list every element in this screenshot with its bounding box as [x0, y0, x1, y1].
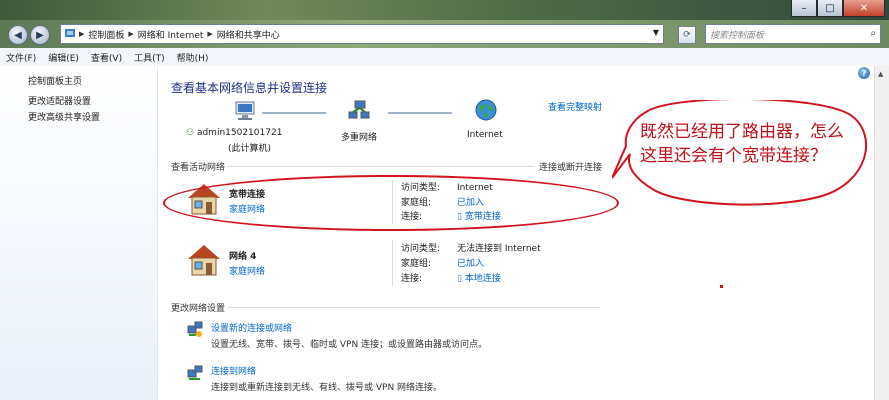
computer-icon: [233, 100, 255, 125]
homegroup-label: 家庭组:: [401, 259, 432, 269]
multiple-networks-label: 多重网络: [341, 133, 378, 143]
window-controls: – □ ✕: [791, 0, 885, 17]
network-divider: [392, 240, 393, 286]
scroll-up-icon[interactable]: ▲: [878, 70, 883, 78]
search-input[interactable]: 搜索控制面板 ⌕: [705, 24, 881, 44]
sidebar-item-advanced-sharing[interactable]: 更改高级共享设置: [0, 110, 157, 126]
menu-edit[interactable]: 编辑(E): [42, 51, 85, 64]
close-button[interactable]: ✕: [843, 0, 885, 17]
sidebar: 控制面板主页 更改适配器设置 更改高级共享设置: [0, 66, 158, 400]
see-full-map-link[interactable]: 查看完整映射: [548, 100, 602, 113]
page-title: 查看基本网络信息并设置连接: [171, 81, 328, 95]
search-placeholder: 搜索控制面板: [710, 30, 765, 41]
change-settings-heading: 更改网络设置: [171, 304, 226, 314]
multiple-networks-icon: [344, 100, 374, 125]
control-panel-icon: [61, 27, 79, 42]
network-adapter-icon: ▯: [457, 274, 465, 284]
title-bar: – □ ✕: [0, 0, 889, 20]
minimize-button[interactable]: –: [791, 0, 817, 17]
access-type-row: 访问类型: 无法连接到 Internet: [401, 241, 541, 254]
connect-disconnect-link[interactable]: 连接或断开连接: [539, 160, 602, 173]
menu-help[interactable]: 帮助(H): [171, 51, 215, 64]
annotation-text: 既然已经用了路由器，怎么这里还会有个宽带连接？: [640, 122, 844, 166]
homegroup-row: 家庭组: 已加入: [401, 256, 484, 269]
sidebar-item-change-adapter-settings[interactable]: 更改适配器设置: [0, 94, 157, 110]
connection-row: 连接: ▯ 本地连接: [401, 271, 501, 284]
setup-connection-description: 设置无线、宽带、拨号、临时或 VPN 连接；或设置路由器或访问点。: [211, 340, 488, 350]
refresh-button[interactable]: ⟳: [678, 26, 696, 44]
menu-bar: 文件(F) 编辑(E) 查看(V) 工具(T) 帮助(H): [0, 48, 889, 67]
maximize-button[interactable]: □: [817, 0, 843, 17]
connection-label: 连接:: [401, 274, 423, 284]
help-icon[interactable]: ?: [858, 67, 870, 79]
new-connection-icon: [186, 320, 204, 341]
vertical-scrollbar[interactable]: ▲: [874, 66, 889, 400]
menu-view[interactable]: 查看(V): [85, 51, 128, 64]
sidebar-item-control-panel-home[interactable]: 控制面板主页: [0, 74, 157, 90]
breadcrumb-network-internet[interactable]: 网络和 Internet: [134, 28, 208, 41]
address-bar[interactable]: ▶ 控制面板 ▶ 网络和 Internet ▶ 网络和共享中心 ▼: [60, 24, 664, 44]
computer-name: admin1502101721: [196, 128, 283, 138]
menu-tools[interactable]: 工具(T): [128, 51, 171, 64]
network-type-link[interactable]: 家庭网络: [229, 264, 265, 277]
map-link-line: [388, 112, 452, 114]
refresh-icon: ⟳: [683, 30, 691, 40]
home-network-icon: [186, 243, 222, 280]
network-name: 网络 4: [229, 252, 257, 262]
annotation-ellipse: [163, 175, 619, 231]
internet-label: Internet: [467, 130, 503, 140]
map-link-line: [262, 112, 326, 114]
connect-to-network-description: 连接到或重新连接到无线、有线、拨号或 VPN 网络连接。: [211, 383, 443, 393]
computer-name-row: ⚇ admin1502101721: [186, 128, 282, 138]
connection-link[interactable]: 本地连接: [465, 274, 501, 284]
forward-arrow-icon: ▶: [36, 29, 44, 41]
access-type-label: 访问类型:: [401, 244, 441, 254]
internet-globe-icon: [474, 98, 498, 125]
search-icon[interactable]: ⌕: [870, 28, 876, 39]
back-arrow-icon: ◀: [14, 29, 22, 41]
address-dropdown-icon[interactable]: ▼: [653, 28, 659, 37]
menu-file[interactable]: 文件(F): [0, 51, 42, 64]
connect-to-network-link[interactable]: 连接到网络: [211, 364, 256, 377]
section-divider: [228, 166, 534, 167]
breadcrumb-network-sharing-center[interactable]: 网络和共享中心: [213, 28, 284, 41]
setup-connection-link[interactable]: 设置新的连接或网络: [211, 321, 292, 334]
annotation-dot: [720, 285, 723, 288]
computer-subtitle: (此计算机): [228, 144, 272, 154]
access-type-value: 无法连接到 Internet: [457, 244, 541, 254]
active-networks-heading: 查看活动网络: [171, 163, 226, 173]
homegroup-link[interactable]: 已加入: [457, 259, 484, 269]
back-button[interactable]: ◀: [8, 25, 28, 45]
connect-network-icon: [186, 364, 204, 385]
forward-button[interactable]: ▶: [30, 25, 50, 45]
address-toolbar: ◀ ▶ ▶ 控制面板 ▶ 网络和 Internet ▶ 网络和共享中心 ▼ ⟳ …: [0, 20, 889, 48]
section-divider: [228, 307, 600, 308]
user-icon: ⚇: [186, 128, 195, 138]
breadcrumb-control-panel[interactable]: 控制面板: [84, 28, 128, 41]
